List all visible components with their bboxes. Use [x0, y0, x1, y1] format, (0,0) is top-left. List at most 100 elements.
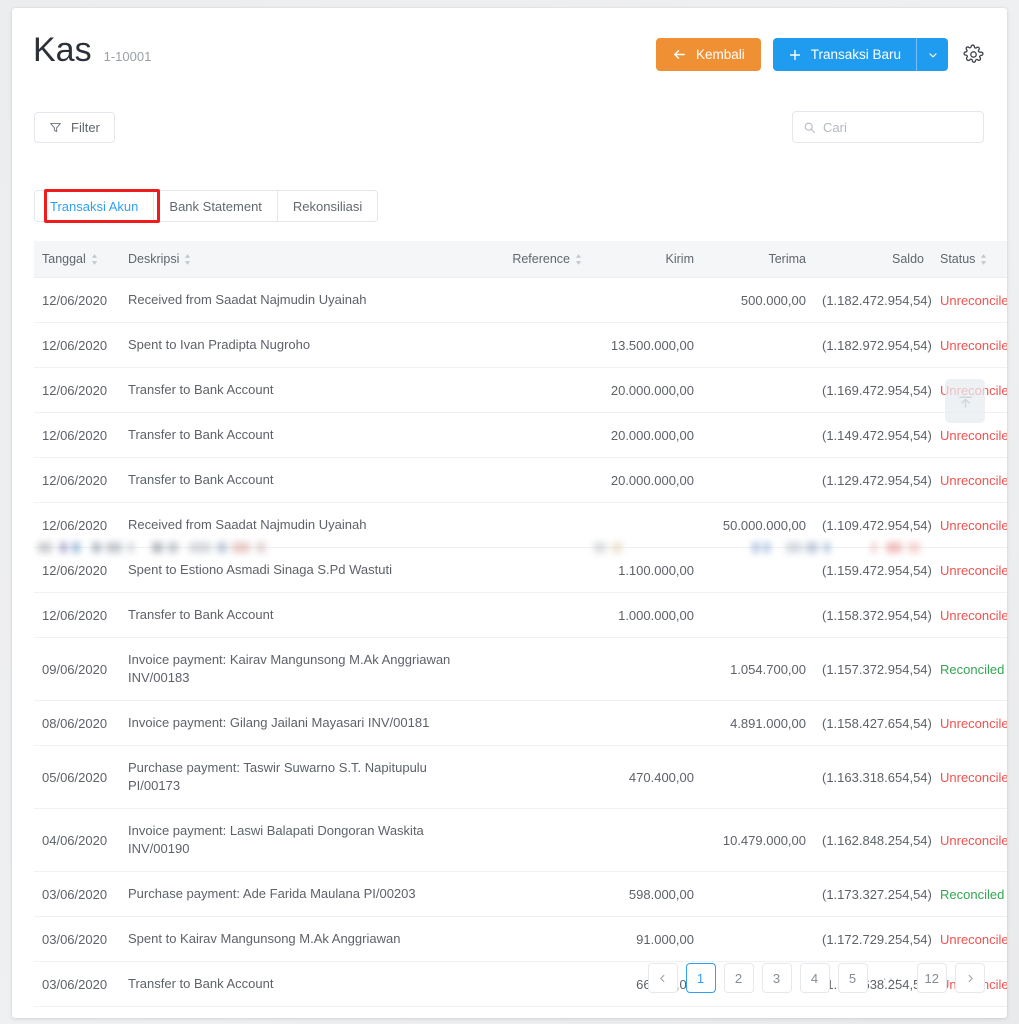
cell-terima: 500.000,00 — [702, 277, 814, 323]
back-button[interactable]: Kembali — [655, 38, 761, 71]
filter-button[interactable]: Filter — [34, 112, 115, 143]
tab-transaksi-akun[interactable]: Transaksi Akun — [34, 190, 155, 222]
status-badge: Unreconciled — [940, 562, 1007, 578]
table-row[interactable]: 04/06/2020 Invoice payment: Laswi Balapat… — [34, 808, 1007, 872]
cell-tanggal: 12/06/2020 — [34, 502, 120, 548]
new-transaction-button[interactable]: Transaksi Baru — [772, 38, 916, 71]
page-subtitle: 1-10001 — [103, 49, 152, 64]
pagination: 1 2 3 4 5 ··· 12 — [647, 963, 985, 993]
cell-saldo: (1.159.472.954,54) — [814, 547, 932, 593]
cell-tanggal: 12/06/2020 — [34, 547, 120, 593]
pagination-page-last[interactable]: 12 — [916, 963, 947, 993]
cell-terima — [702, 457, 814, 503]
table-row[interactable]: 12/06/2020 Spent to Ivan Pradipta Nugroho… — [34, 322, 1007, 368]
cell-saldo: (1.149.472.954,54) — [814, 412, 932, 458]
cell-status: Unreconciled — [932, 592, 1007, 638]
column-header-status-label: Status — [940, 252, 976, 266]
status-badge: Unreconciled — [940, 715, 1007, 731]
pagination-page-2[interactable]: 2 — [723, 963, 754, 993]
table-row[interactable]: 12/06/2020 Transfer to Bank Account 1.000.… — [34, 592, 1007, 638]
settings-button[interactable] — [960, 42, 986, 68]
status-badge: Unreconciled — [940, 337, 1007, 353]
cell-tanggal: 12/06/2020 — [34, 367, 120, 413]
transactions-table: Tanggal Deskripsi Reference Kirim Terima… — [34, 241, 1007, 1007]
table-row[interactable]: 03/06/2020 Purchase payment: Ade Farida M… — [34, 871, 1007, 917]
cell-status: Unreconciled — [932, 700, 1007, 746]
table-row[interactable]: 05/06/2020 Purchase payment: Taswir Suwar… — [34, 745, 1007, 809]
search-input[interactable] — [792, 111, 984, 143]
table-row[interactable]: 12/06/2020 Received from Saadat Najmudin … — [34, 277, 1007, 323]
tab-bank-statement[interactable]: Bank Statement — [154, 190, 278, 222]
cell-deskripsi: Purchase payment: Taswir Suwarno S.T. Na… — [120, 745, 470, 809]
cell-saldo: (1.158.427.654,54) — [814, 700, 932, 746]
tab-rekonsiliasi[interactable]: Rekonsiliasi — [277, 190, 379, 222]
cell-tanggal: 05/06/2020 — [34, 745, 120, 809]
cell-status: Reconciled — [932, 637, 1007, 701]
cell-terima: 10.479.000,00 — [702, 808, 814, 872]
cell-reference — [470, 547, 590, 593]
cell-status: Unreconciled — [932, 457, 1007, 503]
cell-tanggal: 12/06/2020 — [34, 457, 120, 503]
tab-bank-statement-label: Bank Statement — [169, 198, 262, 214]
pagination-page-3[interactable]: 3 — [761, 963, 792, 993]
page-title: Kas — [33, 31, 92, 69]
table-row[interactable]: 12/06/2020 Received from Saadat Najmudin … — [34, 502, 1007, 548]
cell-saldo: (1.173.327.254,54) — [814, 871, 932, 917]
transactions-table-container: Tanggal Deskripsi Reference Kirim Terima… — [34, 241, 1007, 1007]
status-badge: Unreconciled — [940, 427, 1007, 443]
table-row[interactable]: 12/06/2020 Spent to Estiono Asmadi Sinaga… — [34, 547, 1007, 593]
cell-terima: 50.000.000,00 — [702, 502, 814, 548]
column-header-deskripsi[interactable]: Deskripsi — [120, 241, 470, 278]
column-header-tanggal[interactable]: Tanggal — [34, 241, 120, 278]
cell-status: Unreconciled — [932, 322, 1007, 368]
chevron-left-icon — [657, 973, 668, 984]
cell-deskripsi: Spent to Kairav Mangunsong M.Ak Anggriaw… — [120, 916, 470, 962]
table-row[interactable]: 12/06/2020 Transfer to Bank Account 20.000… — [34, 367, 1007, 413]
table-row[interactable]: 08/06/2020 Invoice payment: Gilang Jailan… — [34, 700, 1007, 746]
cell-reference — [470, 367, 590, 413]
cell-saldo: (1.109.472.954,54) — [814, 502, 932, 548]
gear-icon — [962, 44, 984, 65]
table-body: 12/06/2020 Received from Saadat Najmudin … — [34, 277, 1007, 1007]
table-row[interactable]: 09/06/2020 Invoice payment: Kairav Mangun… — [34, 637, 1007, 701]
pagination-ellipsis: ··· — [882, 970, 902, 986]
cell-reference — [470, 277, 590, 323]
cell-status: Unreconciled — [932, 502, 1007, 548]
cell-reference — [470, 322, 590, 368]
search-box — [792, 111, 984, 143]
status-badge: Unreconciled — [940, 931, 1007, 947]
pagination-prev-button[interactable] — [647, 963, 678, 993]
column-header-reference[interactable]: Reference — [470, 241, 590, 278]
cell-deskripsi: Received from Saadat Najmudin Uyainah — [120, 502, 470, 548]
table-row[interactable]: 12/06/2020 Transfer to Bank Account 20.000… — [34, 457, 1007, 503]
cell-terima — [702, 592, 814, 638]
tab-rekonsiliasi-label: Rekonsiliasi — [292, 198, 363, 214]
pagination-page-4[interactable]: 4 — [799, 963, 830, 993]
new-transaction-dropdown-button[interactable] — [916, 38, 948, 71]
table-row[interactable]: 12/06/2020 Transfer to Bank Account 20.000… — [34, 412, 1007, 458]
cell-terima — [702, 745, 814, 809]
pagination-page-5[interactable]: 5 — [837, 963, 868, 993]
filter-button-label: Filter — [71, 120, 100, 135]
column-header-terima-label: Terima — [768, 252, 806, 266]
new-transaction-split-button: Transaksi Baru — [772, 38, 948, 71]
table-row[interactable]: 03/06/2020 Spent to Kairav Mangunsong M.A… — [34, 916, 1007, 962]
cell-deskripsi: Transfer to Bank Account — [120, 412, 470, 458]
cell-kirim — [590, 808, 702, 872]
status-badge: Unreconciled — [940, 607, 1007, 623]
column-header-reference-label: Reference — [512, 252, 570, 266]
plus-icon — [788, 48, 802, 62]
tab-transaksi-akun-label: Transaksi Akun — [50, 198, 139, 214]
pagination-next-button[interactable] — [955, 963, 985, 993]
cell-reference — [470, 592, 590, 638]
cell-terima — [702, 322, 814, 368]
cell-kirim: 20.000.000,00 — [590, 457, 702, 503]
app-page: Kas 1-10001 Kembali Transaksi Baru Filte… — [0, 0, 1019, 1024]
column-header-status[interactable]: Status — [932, 241, 1007, 278]
chevron-right-icon — [965, 973, 976, 984]
sort-icon — [184, 253, 191, 265]
cell-saldo: (1.182.472.954,54) — [814, 277, 932, 323]
column-header-kirim: Kirim — [590, 241, 702, 278]
scroll-to-top-button[interactable] — [945, 379, 985, 423]
pagination-page-1[interactable]: 1 — [685, 963, 716, 993]
